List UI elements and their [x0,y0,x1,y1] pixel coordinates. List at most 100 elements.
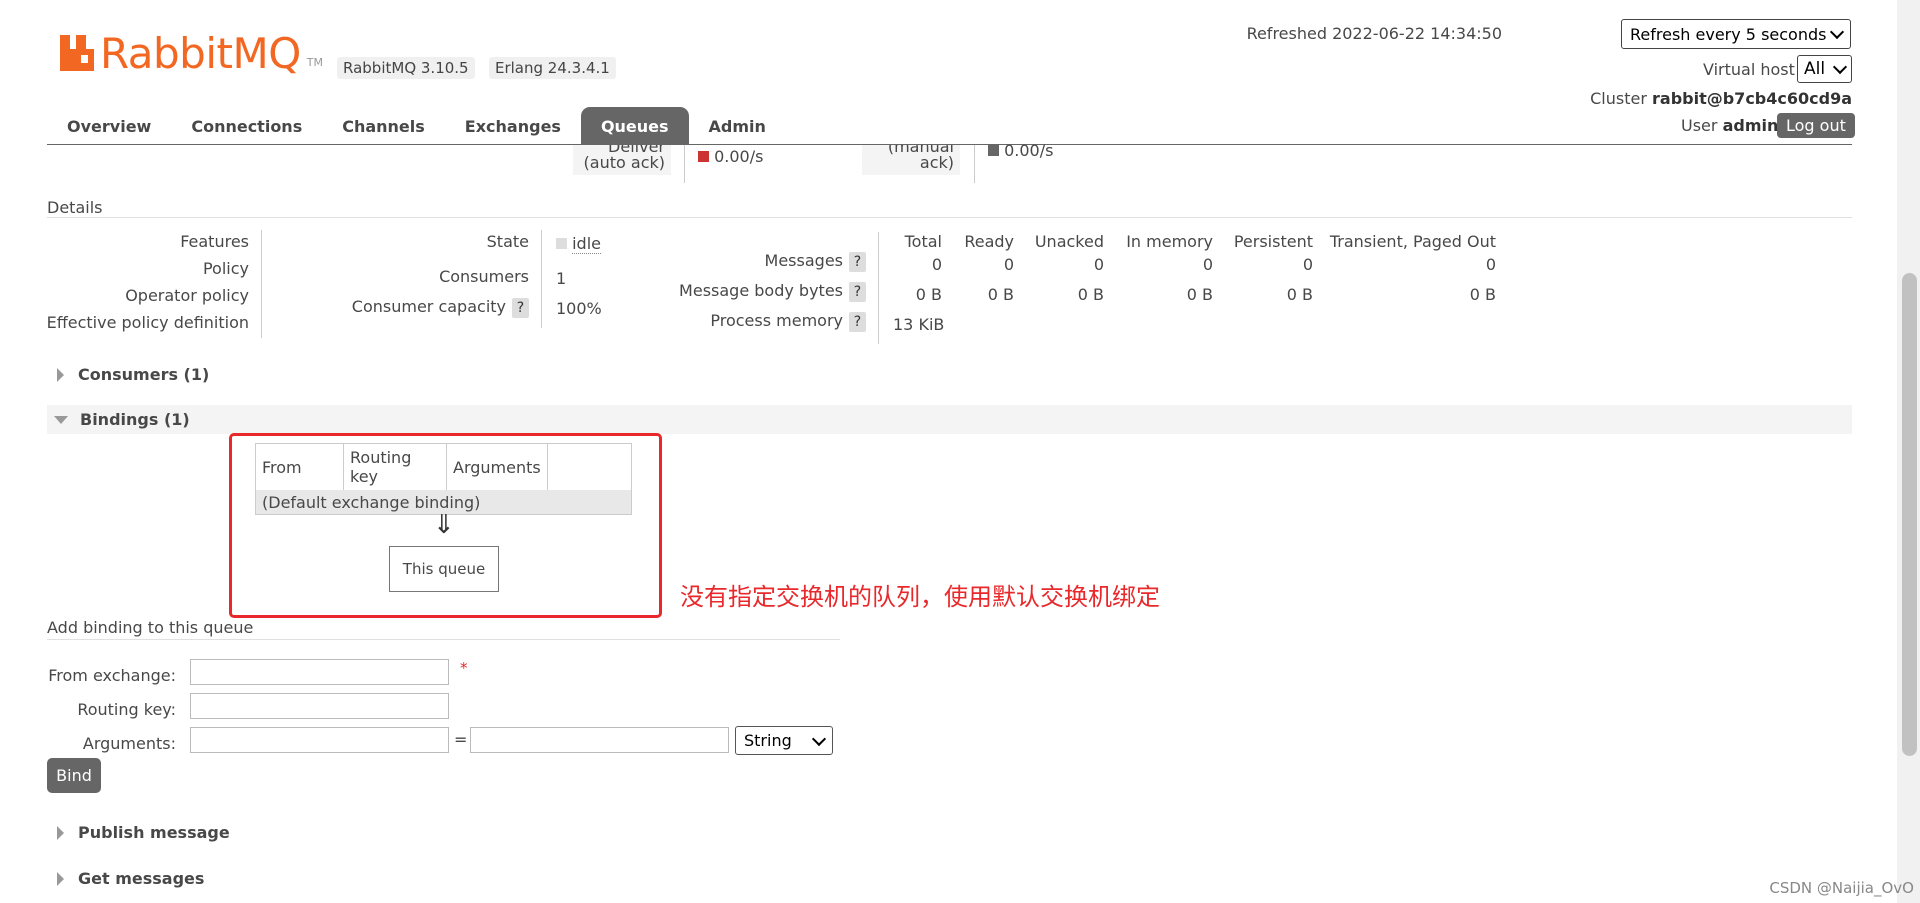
message-body-bytes-label: Message body bytes? [679,281,866,302]
deliver-manual-ack-cell: (manual ack) [862,145,960,175]
cluster-label: Cluster [1590,89,1647,108]
help-icon[interactable]: ? [512,298,529,318]
required-mark: * [460,659,468,677]
deliver-auto-ack-label: Deliver (auto ack) [583,145,665,172]
tab-admin[interactable]: Admin [689,107,786,145]
argument-type-value: String [744,731,792,750]
features-label: Features [180,232,249,251]
erlang-version-badge: Erlang 24.3.4.1 [489,57,616,79]
from-exchange-label: From exchange: [48,666,176,685]
col-in-memory: In memory [1126,232,1213,251]
rabbitmq-version-badge: RabbitMQ 3.10.5 [337,57,475,79]
red-legend-swatch [698,151,709,162]
argument-key-input[interactable] [190,727,449,753]
annotation-highlight-box [229,433,662,618]
bindings-section-header[interactable] [47,405,1852,434]
add-binding-divider [47,639,840,640]
tab-channels[interactable]: Channels [322,107,445,145]
from-exchange-input[interactable] [190,659,449,685]
equals-sign: = [454,730,468,749]
messages-label: Messages? [765,251,866,272]
divider [974,145,975,183]
state-label: State [486,232,529,251]
expand-arrow-icon [57,871,64,886]
routing-key-label: Routing key: [77,700,176,719]
divider [261,230,262,338]
consumers-value: 1 [556,269,567,288]
chevron-down-icon [1832,59,1848,75]
bytes-ready: 0 B [987,285,1014,304]
get-messages-toggle[interactable]: Get messages [57,869,204,888]
col-ready: Ready [964,232,1014,251]
bytes-in-memory: 0 B [1186,285,1213,304]
refreshed-timestamp: Refreshed 2022-06-22 14:34:50 [1246,24,1502,43]
refresh-interval-select[interactable]: Refresh every 5 seconds [1621,19,1851,49]
virtual-host-label: Virtual host [1703,60,1795,79]
messages-total: 0 [931,255,942,274]
tab-overview[interactable]: Overview [47,107,171,145]
virtual-host-select[interactable]: All [1797,55,1852,83]
rabbit-logo-icon [60,35,94,71]
col-transient-paged-out: Transient, Paged Out [1329,232,1496,251]
argument-value-input[interactable] [470,727,729,753]
messages-unacked: 0 [1093,255,1104,274]
expand-arrow-icon [57,367,64,382]
logout-button[interactable]: Log out [1777,113,1855,138]
scrollbar-thumb[interactable] [1902,273,1917,756]
logo-text: RabbitMQ [100,28,301,78]
cluster-name: rabbit@b7cb4c60cd9a [1652,89,1852,108]
deliver-auto-ack-rate: 0.00/s [698,147,763,166]
messages-in-memory: 0 [1202,255,1213,274]
divider [878,232,879,344]
deliver-manual-ack-label: (manual ack) [887,145,954,172]
idle-state-icon [556,238,567,249]
divider [684,145,685,183]
virtual-host-value: All [1804,59,1826,79]
logo-trademark: TM [306,55,323,69]
help-icon[interactable]: ? [849,312,866,332]
tab-queues[interactable]: Queues [580,107,689,145]
col-unacked: Unacked [1034,232,1104,251]
grey-legend-swatch [988,145,999,156]
user-info: User admin [1681,116,1778,135]
help-icon[interactable]: ? [849,252,866,272]
chevron-down-icon [1829,24,1845,40]
bind-button[interactable]: Bind [47,758,101,793]
annotation-text: 没有指定交换机的队列，使用默认交换机绑定 [680,583,1160,611]
operator-policy-label: Operator policy [125,286,249,305]
process-memory-label: Process memory? [710,311,866,332]
user-label: User [1681,116,1718,135]
policy-label: Policy [202,259,249,278]
messages-transient: 0 [1485,255,1496,274]
tab-connections[interactable]: Connections [171,107,322,145]
process-memory-value: 13 KiB [893,315,945,334]
argument-type-select[interactable]: String [735,726,833,755]
consumer-capacity-label: Consumer capacity? [352,297,529,318]
collapse-arrow-icon [54,415,68,424]
consumers-section-toggle[interactable]: Consumers (1) [57,365,209,384]
consumer-capacity-value: 100% [556,299,602,318]
tab-exchanges[interactable]: Exchanges [445,107,581,145]
details-title: Details [47,198,103,217]
deliver-auto-ack-cell: Deliver (auto ack) [573,145,671,175]
watermark: CSDN @Naijia_OvO [1769,879,1914,897]
user-name: admin [1722,116,1779,135]
bytes-persistent: 0 B [1286,285,1313,304]
cluster-info: Cluster rabbit@b7cb4c60cd9a [1590,89,1852,108]
chevron-down-icon [811,731,827,746]
add-binding-title: Add binding to this queue [47,618,254,637]
routing-key-input[interactable] [190,693,449,719]
messages-persistent: 0 [1302,255,1313,274]
bindings-section-toggle[interactable]: Bindings (1) [54,410,190,429]
publish-message-toggle[interactable]: Publish message [57,823,230,842]
rabbitmq-logo[interactable]: RabbitMQ TM [60,28,323,78]
deliver-manual-ack-rate: 0.00/s [988,141,1053,160]
bytes-total: 0 B [915,285,942,304]
help-icon[interactable]: ? [849,282,866,302]
consumers-label: Consumers [439,267,529,286]
arguments-label: Arguments: [82,734,176,753]
messages-ready: 0 [1003,255,1014,274]
col-total: Total [904,232,942,251]
bytes-unacked: 0 B [1077,285,1104,304]
bytes-transient: 0 B [1469,285,1496,304]
